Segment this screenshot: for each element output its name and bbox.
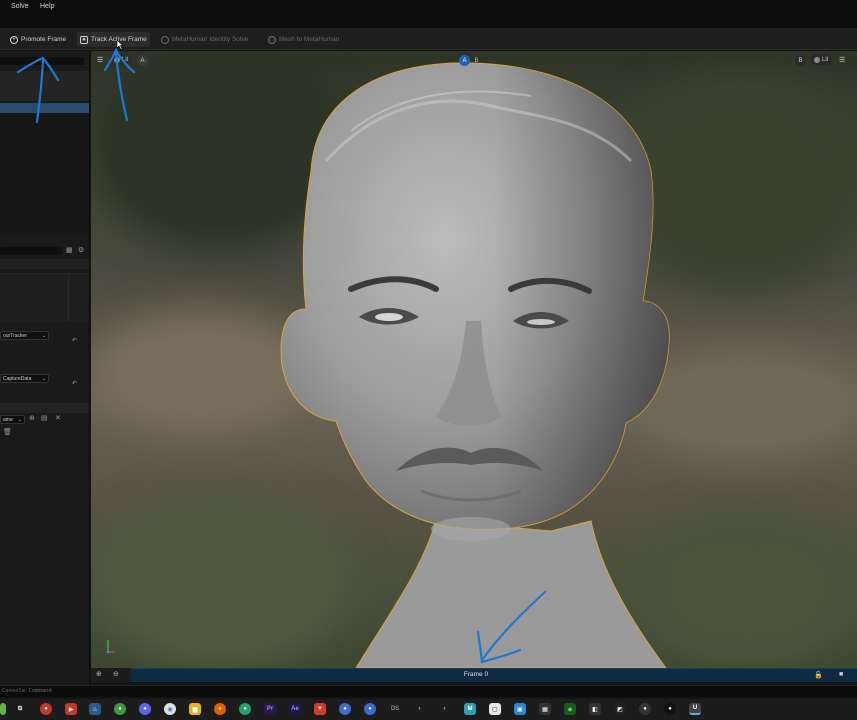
track-active-frame-button[interactable]: ● Track Active Frame: [77, 32, 150, 47]
mesh-icon: ⬡: [268, 35, 276, 44]
steam-icon[interactable]: ♨: [89, 703, 101, 715]
start-icon[interactable]: [0, 703, 6, 715]
app-icon-green[interactable]: ●: [114, 703, 126, 715]
trash-icon[interactable]: 🗑: [3, 428, 12, 436]
mouse-cursor-icon: [117, 40, 124, 50]
menu-item-help[interactable]: Help: [40, 3, 54, 10]
hamburger-menu-icon[interactable]: ☰: [97, 56, 103, 64]
column-divider: [68, 273, 69, 321]
solve-icon: ◌: [161, 35, 169, 44]
capture-data-dropdown[interactable]: CaptureData ⌄: [0, 374, 49, 383]
promote-frame-button[interactable]: + Promote Frame: [7, 32, 69, 47]
folder-icon[interactable]: ▤: [41, 414, 48, 422]
brave-icon[interactable]: ▼: [314, 703, 326, 715]
chrome-icon[interactable]: ◉: [164, 703, 176, 715]
reset-icon[interactable]: ↶: [72, 380, 77, 387]
app-icon-blue-circle-2[interactable]: ●: [364, 703, 376, 715]
app-icon-dark[interactable]: ▦: [539, 703, 551, 715]
plus-icon: +: [10, 35, 18, 44]
blender-icon[interactable]: ◐: [414, 703, 426, 715]
discord-icon[interactable]: ●: [139, 703, 151, 715]
details-header: [0, 259, 89, 269]
view-b-button-right[interactable]: B: [795, 55, 806, 66]
left-panel: ▦ ⚙ ourTracker ⌄ ↶ CaptureData ⌄ ↶ ame ⌄…: [0, 51, 90, 685]
lit-sphere-icon: [814, 56, 820, 63]
identity-solve-label: MetaHuman Identity Solve: [172, 36, 249, 43]
frame-dropdown-value: ame: [3, 416, 13, 423]
unreal-engine-icon[interactable]: U: [689, 703, 701, 715]
app-icon-blue-square[interactable]: ▣: [514, 703, 526, 715]
capture-data-dropdown-value: CaptureData: [3, 375, 32, 382]
menu-item-solve[interactable]: Solve: [11, 3, 29, 10]
mesh-to-metahuman-label: Mesh to MetaHuman: [279, 36, 340, 43]
close-icon[interactable]: ✕: [55, 414, 61, 422]
view-a-button-left[interactable]: A: [137, 55, 148, 66]
promote-frame-label: Promote Frame: [21, 36, 67, 43]
menu-bar: Solve Help: [0, 0, 857, 28]
view-a-button[interactable]: A: [459, 55, 470, 66]
tracker-dropdown-value: ourTracker: [3, 332, 27, 339]
timeline-controls: ⊕ ⊖: [91, 668, 131, 682]
view-b-button[interactable]: B: [471, 55, 482, 66]
console-command-input[interactable]: Console Command: [2, 688, 52, 694]
blender-icon-2[interactable]: ◐: [439, 703, 451, 715]
app-icon-red[interactable]: ▶: [65, 703, 77, 715]
tracker-dropdown[interactable]: ourTracker ⌄: [0, 331, 49, 340]
selected-tree-row[interactable]: [0, 103, 89, 113]
frame-label: Frame 0: [463, 671, 489, 678]
lit-mode-button-left[interactable]: Lit: [110, 54, 133, 65]
firefox-icon[interactable]: ●: [214, 703, 226, 715]
add-circle-icon[interactable]: ⊕: [29, 414, 35, 422]
tree-area: [0, 71, 89, 101]
app-icon-black-circle-2[interactable]: ●: [664, 703, 676, 715]
grid-icon[interactable]: ▦: [66, 246, 73, 254]
console-bar[interactable]: Console Command: [0, 685, 857, 697]
taskbar: ⧉ ● ▶ ♨ ● ● ◉ ▆ ● ● Pr Ae ▼ ● ● DS ◐ ◐ M…: [0, 699, 857, 720]
app-icon-black[interactable]: ◩: [614, 703, 626, 715]
metahuman-icon[interactable]: M: [464, 703, 476, 715]
nvidia-icon[interactable]: ◆: [564, 703, 576, 715]
gear-icon[interactable]: ⚙: [78, 246, 84, 254]
identity-solve-button[interactable]: ◌ MetaHuman Identity Solve: [158, 32, 251, 47]
tree-empty-area: [0, 113, 89, 233]
unlock-icon[interactable]: 🔓: [814, 671, 823, 679]
app-icon-red-circle[interactable]: ●: [40, 703, 52, 715]
head-model[interactable]: [91, 51, 857, 668]
details-section-1: [0, 273, 89, 321]
track-icon: ●: [80, 35, 88, 44]
app-icon-dark-2[interactable]: ◧: [589, 703, 601, 715]
axis-gizmo-icon: [106, 640, 115, 654]
toolbar: + Promote Frame ● Track Active Frame ◌ M…: [0, 28, 857, 50]
premiere-icon[interactable]: Pr: [264, 703, 276, 715]
daz-studio-icon[interactable]: DS: [389, 703, 401, 715]
document-icon[interactable]: ▢: [489, 703, 501, 715]
timeline-bar[interactable]: Frame 0 🔓 ■: [131, 668, 857, 682]
frame-dropdown[interactable]: ame ⌄: [0, 415, 25, 424]
add-keyframe-icon[interactable]: ⊕: [96, 670, 102, 678]
camera-icon[interactable]: ■: [839, 671, 843, 678]
task-view-icon[interactable]: ⧉: [14, 703, 26, 715]
app-icon-black-circle[interactable]: ●: [639, 703, 651, 715]
viewport[interactable]: ☰ Lit A A B B Lit ☰: [91, 51, 857, 668]
chevron-down-icon: ⌄: [17, 416, 22, 423]
section-divider: [0, 403, 89, 413]
app-icon-blue-circle[interactable]: ●: [339, 703, 351, 715]
search-field-top[interactable]: [0, 57, 84, 65]
remove-keyframe-icon[interactable]: ⊖: [113, 670, 119, 678]
after-effects-icon[interactable]: Ae: [289, 703, 301, 715]
reset-icon[interactable]: ↶: [72, 337, 77, 344]
details-search-input[interactable]: [0, 247, 62, 255]
lit-mode-button-right[interactable]: Lit: [810, 54, 833, 65]
app-icon-teal[interactable]: ●: [239, 703, 251, 715]
lit-label-right: Lit: [822, 56, 829, 63]
lit-sphere-icon: [114, 56, 120, 63]
lit-label-left: Lit: [122, 56, 129, 63]
hamburger-menu-icon[interactable]: ☰: [839, 56, 845, 64]
mesh-to-metahuman-button[interactable]: ⬡ Mesh to MetaHuman: [265, 32, 342, 47]
chevron-down-icon: ⌄: [41, 375, 46, 382]
file-explorer-icon[interactable]: ▆: [189, 703, 201, 715]
chevron-down-icon: ⌄: [41, 332, 46, 339]
